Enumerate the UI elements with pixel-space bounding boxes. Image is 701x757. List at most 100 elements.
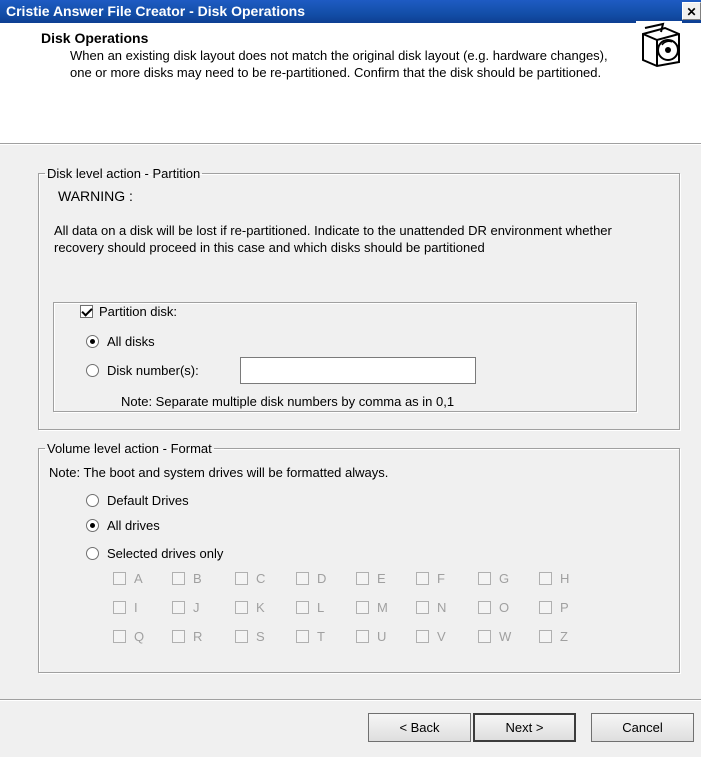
format-note: Note: The boot and system drives will be… xyxy=(49,465,389,480)
drive-label: H xyxy=(560,571,570,586)
radio-all-drives[interactable]: All drives xyxy=(86,518,160,533)
window-title: Cristie Answer File Creator - Disk Opera… xyxy=(6,3,306,19)
drive-check-box[interactable] xyxy=(356,572,369,585)
drive-checkbox-i[interactable]: I xyxy=(113,600,138,615)
back-button[interactable]: < Back xyxy=(368,713,471,742)
drive-check-box[interactable] xyxy=(478,572,491,585)
close-button[interactable]: ✕ xyxy=(682,2,701,20)
page-description: When an existing disk layout does not ma… xyxy=(70,48,608,80)
drive-checkbox-b[interactable]: B xyxy=(172,571,202,586)
drive-check-box[interactable] xyxy=(539,601,552,614)
page-title: Disk Operations xyxy=(41,30,149,46)
radio-disk-numbers-button[interactable] xyxy=(86,364,99,377)
drive-checkbox-a[interactable]: A xyxy=(113,571,143,586)
drive-checkbox-d[interactable]: D xyxy=(296,571,326,586)
drive-check-box[interactable] xyxy=(539,630,552,643)
drive-checkbox-l[interactable]: L xyxy=(296,600,324,615)
drive-check-box[interactable] xyxy=(113,572,126,585)
warning-title: WARNING : xyxy=(58,188,133,204)
radio-all-drives-label: All drives xyxy=(107,518,160,533)
drive-checkbox-m[interactable]: M xyxy=(356,600,388,615)
footer-divider xyxy=(0,699,701,700)
drive-label: A xyxy=(134,571,143,586)
radio-all-drives-button[interactable] xyxy=(86,519,99,532)
drive-check-box[interactable] xyxy=(416,601,429,614)
drive-checkbox-s[interactable]: S xyxy=(235,629,265,644)
drive-checkbox-h[interactable]: H xyxy=(539,571,569,586)
drive-check-box[interactable] xyxy=(235,601,248,614)
drive-checkbox-k[interactable]: K xyxy=(235,600,265,615)
radio-disk-numbers-label: Disk number(s): xyxy=(107,363,199,378)
drive-label: P xyxy=(560,600,569,615)
partition-disk-check[interactable] xyxy=(80,305,93,318)
drive-check-box[interactable] xyxy=(356,630,369,643)
drive-check-box[interactable] xyxy=(478,630,491,643)
radio-all-disks-button[interactable] xyxy=(86,335,99,348)
cancel-button[interactable]: Cancel xyxy=(591,713,694,742)
drive-check-box[interactable] xyxy=(416,572,429,585)
drive-checkbox-o[interactable]: O xyxy=(478,600,509,615)
drive-label: E xyxy=(377,571,386,586)
drive-check-box[interactable] xyxy=(296,630,309,643)
drive-check-box[interactable] xyxy=(113,601,126,614)
drive-label: F xyxy=(437,571,445,586)
radio-default-drives-label: Default Drives xyxy=(107,493,189,508)
drive-label: Q xyxy=(134,629,145,644)
drive-label: L xyxy=(317,600,325,615)
drive-label: R xyxy=(193,629,203,644)
drive-checkbox-c[interactable]: C xyxy=(235,571,265,586)
drive-checkbox-n[interactable]: N xyxy=(416,600,446,615)
radio-disk-numbers[interactable]: Disk number(s): xyxy=(86,363,199,378)
drive-label: K xyxy=(256,600,265,615)
drive-checkbox-z[interactable]: Z xyxy=(539,629,568,644)
drive-checkbox-q[interactable]: Q xyxy=(113,629,144,644)
drive-checkbox-r[interactable]: R xyxy=(172,629,202,644)
drive-check-box[interactable] xyxy=(296,572,309,585)
drive-checkbox-v[interactable]: V xyxy=(416,629,446,644)
drive-checkbox-w[interactable]: W xyxy=(478,629,511,644)
drive-check-box[interactable] xyxy=(296,601,309,614)
drive-label: J xyxy=(193,600,200,615)
disk-numbers-note: Note: Separate multiple disk numbers by … xyxy=(121,394,455,409)
drive-check-box[interactable] xyxy=(113,630,126,643)
drive-checkbox-j[interactable]: J xyxy=(172,600,200,615)
radio-selected-drives[interactable]: Selected drives only xyxy=(86,546,223,561)
radio-default-drives[interactable]: Default Drives xyxy=(86,493,189,508)
partition-disk-label: Partition disk: xyxy=(99,304,178,319)
warning-text: All data on a disk will be lost if re-pa… xyxy=(54,223,612,255)
next-button[interactable]: Next > xyxy=(473,713,576,742)
radio-selected-drives-button[interactable] xyxy=(86,547,99,560)
disk-box-icon xyxy=(636,21,682,68)
drive-label: G xyxy=(499,571,510,586)
drive-check-box[interactable] xyxy=(235,630,248,643)
drive-checkbox-p[interactable]: P xyxy=(539,600,569,615)
drive-check-box[interactable] xyxy=(539,572,552,585)
drive-checkbox-e[interactable]: E xyxy=(356,571,386,586)
drive-checkbox-u[interactable]: U xyxy=(356,629,386,644)
drive-check-box[interactable] xyxy=(478,601,491,614)
volume-level-legend: Volume level action - Format xyxy=(47,441,212,456)
drive-label: Z xyxy=(560,629,568,644)
drive-label: U xyxy=(377,629,387,644)
drive-label: M xyxy=(377,600,388,615)
title-bar: Cristie Answer File Creator - Disk Opera… xyxy=(0,0,701,23)
drive-check-box[interactable] xyxy=(416,630,429,643)
drive-checkbox-f[interactable]: F xyxy=(416,571,445,586)
drive-check-box[interactable] xyxy=(356,601,369,614)
drive-check-box[interactable] xyxy=(172,572,185,585)
drive-check-box[interactable] xyxy=(172,601,185,614)
drive-check-box[interactable] xyxy=(235,572,248,585)
drive-label: D xyxy=(317,571,327,586)
radio-all-disks-label: All disks xyxy=(107,334,155,349)
radio-all-disks[interactable]: All disks xyxy=(86,334,155,349)
drive-label: I xyxy=(134,600,138,615)
partition-disk-checkbox[interactable]: Partition disk: xyxy=(78,304,182,319)
drive-checkbox-t[interactable]: T xyxy=(296,629,325,644)
drive-label: T xyxy=(317,629,325,644)
drive-checkbox-g[interactable]: G xyxy=(478,571,509,586)
radio-default-drives-button[interactable] xyxy=(86,494,99,507)
drive-label: O xyxy=(499,600,510,615)
header-divider xyxy=(0,144,701,145)
disk-numbers-input[interactable] xyxy=(240,357,476,384)
drive-check-box[interactable] xyxy=(172,630,185,643)
